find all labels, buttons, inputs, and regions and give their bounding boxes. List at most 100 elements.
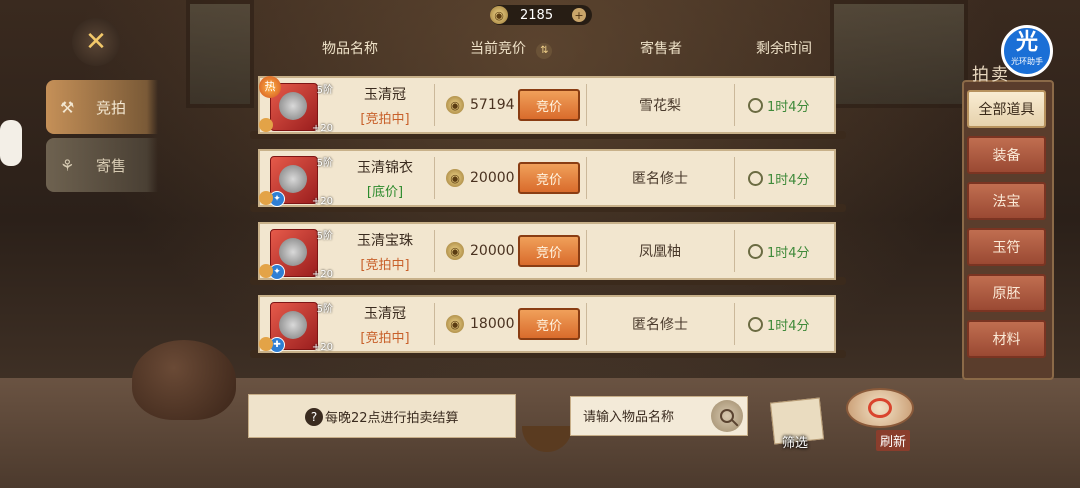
assistant-overlay-button[interactable]: 光 光环助手	[1001, 25, 1053, 77]
category-materials[interactable]: 材料	[967, 320, 1046, 358]
sort-icon[interactable]: ⇅	[536, 43, 553, 59]
seller-name: 匿名修士	[632, 171, 688, 187]
bid-button[interactable]: 竞价	[518, 162, 580, 194]
item-status: [竞拍中]	[360, 330, 410, 346]
price-amount: 18000	[470, 316, 515, 332]
clock-icon	[748, 97, 763, 113]
item-name-block: 玉清冠 [竞拍中]	[338, 84, 432, 127]
refresh-button[interactable]: 刷新	[840, 388, 940, 451]
coin-icon: ◉	[446, 242, 464, 260]
item-robe-icon[interactable]: 5阶 +20 ✦	[259, 156, 333, 207]
hot-badge: 热	[259, 76, 281, 98]
clock-icon	[748, 170, 763, 186]
time-value: 1时4分	[767, 318, 810, 334]
header-seller: 寄售者	[640, 41, 682, 57]
bid-button[interactable]: 竞价	[518, 89, 580, 121]
auction-icon: ⚒	[60, 97, 75, 117]
price-amount: 20000	[470, 170, 515, 186]
bid-price: ◉ 20000	[446, 169, 515, 187]
category-treasure[interactable]: 法宝	[967, 182, 1046, 220]
bid-button[interactable]: 竞价	[518, 235, 580, 267]
column-divider	[586, 157, 587, 199]
header-item-name: 物品名称	[322, 41, 378, 57]
table-row[interactable]: 5阶 +20 ✚ 玉清冠 [竞拍中] ◉ 18000 竞价 匿名修士 1时4分	[258, 295, 836, 353]
close-crossed-swords-icon[interactable]: ✕	[72, 18, 120, 66]
category-talisman[interactable]: 玉符	[967, 228, 1046, 266]
search-input[interactable]	[581, 405, 715, 429]
item-enhance: +20	[311, 123, 333, 134]
price-amount: 20000	[470, 243, 515, 259]
flame-icon	[259, 191, 273, 205]
item-name-block: 玉清宝珠 [竞拍中]	[338, 230, 432, 273]
column-divider	[734, 157, 735, 199]
category-all-items[interactable]: 全部道具	[967, 90, 1046, 128]
assistant-label: 光环助手	[1011, 57, 1043, 66]
item-status: [底价]	[366, 184, 404, 200]
column-divider	[434, 84, 435, 126]
bid-button[interactable]: 竞价	[518, 308, 580, 340]
coin-icon: ◉	[446, 169, 464, 187]
remaining-time: 1时4分	[748, 242, 810, 261]
tab-consign-label: 寄售	[96, 156, 127, 175]
table-row[interactable]: 5阶 +20 ✦ 玉清宝珠 [竞拍中] ◉ 20000 竞价 凤凰柚 1时4分	[258, 222, 836, 280]
header-current-bid[interactable]: 当前竞价 ⇅	[470, 38, 553, 59]
seller-name: 雪花梨	[639, 98, 681, 114]
table-row[interactable]: 5阶 +20 ✦ 玉清锦衣 [底价] ◉ 20000 竞价 匿名修士 1时4分	[258, 149, 836, 207]
refresh-label: 刷新	[876, 430, 911, 451]
tab-consign[interactable]: ⚘ 寄售	[46, 138, 158, 192]
filter-button[interactable]: 筛选	[768, 397, 826, 456]
item-name: 玉清冠	[364, 86, 406, 103]
price-amount: 57194	[470, 97, 515, 113]
header-current-bid-label: 当前竞价	[470, 41, 526, 57]
coin-icon: ◉	[490, 6, 508, 24]
item-tier: 5阶	[316, 231, 333, 242]
time-value: 1时4分	[767, 245, 810, 261]
bid-price: ◉ 20000	[446, 242, 515, 260]
item-status: [竞拍中]	[360, 111, 410, 127]
item-art	[279, 311, 307, 339]
item-name-block: 玉清冠 [竞拍中]	[338, 303, 432, 346]
teapot-decoration	[132, 340, 236, 420]
search-icon	[720, 409, 734, 423]
column-divider	[434, 303, 435, 345]
column-divider	[434, 230, 435, 272]
remaining-time: 1时4分	[748, 169, 810, 188]
floating-pet-icon[interactable]	[0, 120, 22, 166]
flame-icon	[259, 118, 273, 132]
item-crown-icon[interactable]: 热 5阶 +20	[259, 76, 333, 134]
column-divider	[586, 230, 587, 272]
settlement-tip: ? 每晚22点进行拍卖结算	[248, 394, 516, 438]
category-equipment[interactable]: 装备	[967, 136, 1046, 174]
remaining-time: 1时4分	[748, 96, 810, 115]
search-button[interactable]	[711, 400, 743, 432]
search-box	[570, 396, 748, 436]
item-orb-icon[interactable]: 5阶 +20 ✦	[259, 229, 333, 280]
assistant-logo-text: 光	[1015, 30, 1038, 55]
time-value: 1时4分	[767, 172, 810, 188]
item-crown-icon[interactable]: 5阶 +20 ✚	[259, 302, 333, 353]
table-row[interactable]: 热 5阶 +20 玉清冠 [竞拍中] ◉ 57194 竞价 雪花梨 1时4分	[258, 76, 836, 134]
item-status: [竞拍中]	[360, 257, 410, 273]
plus-icon[interactable]: +	[572, 8, 586, 22]
time-value: 1时4分	[767, 99, 810, 115]
item-tier: 5阶	[316, 85, 333, 96]
filter-label: 筛选	[782, 436, 809, 451]
tab-auction[interactable]: ⚒ 竞拍	[46, 80, 158, 134]
item-enhance: +20	[311, 342, 333, 353]
tab-auction-label: 竞拍	[96, 98, 127, 117]
coin-icon: ◉	[446, 315, 464, 333]
settlement-tip-text: 每晚22点进行拍卖结算	[325, 410, 459, 426]
item-name-block: 玉清锦衣 [底价]	[338, 157, 432, 200]
clock-icon	[748, 316, 763, 332]
header-remaining-time: 剩余时间	[756, 41, 812, 57]
seller-name: 匿名修士	[632, 317, 688, 333]
help-icon[interactable]: ?	[305, 408, 323, 426]
flame-icon	[259, 337, 273, 351]
clock-icon	[748, 243, 763, 259]
coin-icon: ◉	[446, 96, 464, 114]
currency-balance: ◉ 2185 +	[490, 5, 592, 25]
wall-panel-right	[830, 0, 968, 108]
column-divider	[734, 303, 735, 345]
category-embryo[interactable]: 原胚	[967, 274, 1046, 312]
item-art	[279, 92, 307, 120]
